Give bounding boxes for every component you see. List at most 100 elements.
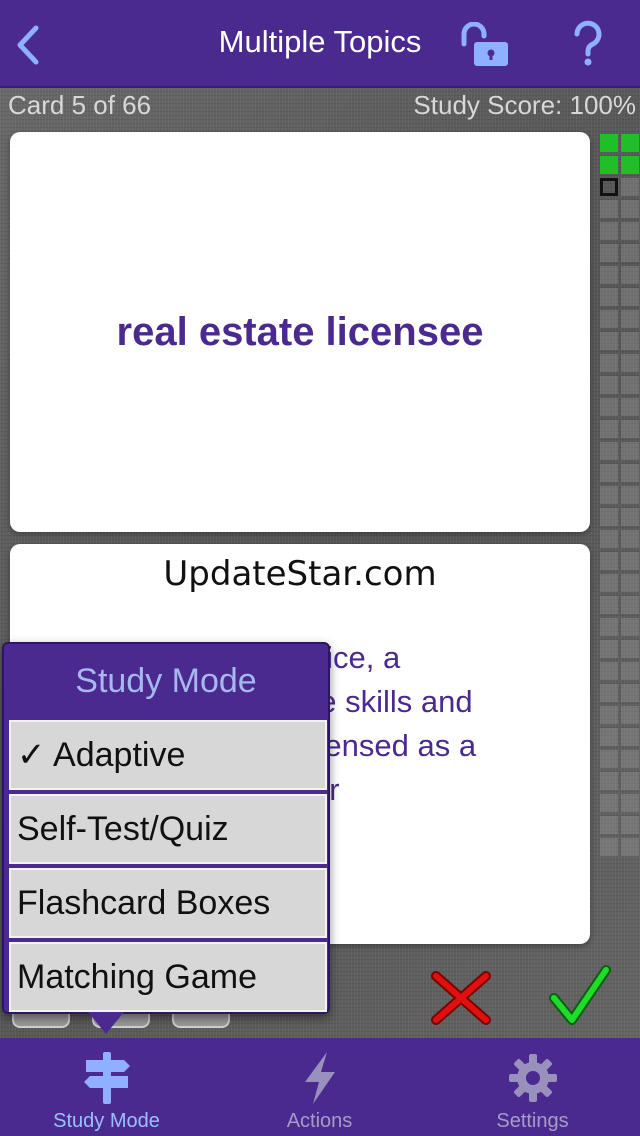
progress-cell [621, 596, 639, 614]
progress-cell [621, 552, 639, 570]
flashcard-front[interactable]: real estate licensee [10, 132, 590, 532]
progress-cell [621, 508, 639, 526]
tab-bar: Study Mode Actions Settings [0, 1038, 640, 1136]
nav-header: Multiple Topics [0, 0, 640, 88]
progress-cell [600, 838, 618, 856]
progress-cell [621, 222, 639, 240]
progress-cell [600, 728, 618, 746]
tab-label: Actions [286, 1110, 353, 1132]
card-term: real estate licensee [116, 309, 484, 354]
progress-cell [600, 332, 618, 350]
popup-title: Study Mode [75, 662, 257, 700]
progress-cell [600, 662, 618, 680]
progress-cell [621, 178, 639, 196]
progress-cell [621, 420, 639, 438]
progress-cell [621, 376, 639, 394]
progress-cell [621, 684, 639, 702]
progress-cell [600, 640, 618, 658]
progress-cell [600, 354, 618, 372]
signpost-icon [83, 1052, 130, 1104]
progress-cell [621, 442, 639, 460]
card-counter: Card 5 of 66 [8, 90, 152, 120]
progress-cell [621, 662, 639, 680]
menu-item-self-test-quiz[interactable]: Self-Test/Quiz [9, 794, 327, 864]
back-button[interactable] [10, 22, 50, 68]
progress-cell [600, 816, 618, 834]
progress-cell [600, 310, 618, 328]
progress-cell [600, 530, 618, 548]
study-score: Study Score: 100% [413, 90, 636, 120]
unlocked-padlock-icon [461, 21, 508, 66]
mark-right-button[interactable] [548, 964, 612, 1028]
progress-cell [600, 134, 618, 152]
progress-cell [600, 156, 618, 174]
progress-cell [600, 376, 618, 394]
progress-cell [600, 222, 618, 240]
progress-cell [600, 750, 618, 768]
tab-settings[interactable]: Settings [426, 1038, 639, 1136]
chevron-left-icon [17, 25, 39, 65]
progress-cell [621, 266, 639, 284]
progress-cell [621, 288, 639, 306]
progress-cell [600, 486, 618, 504]
progress-cell [600, 508, 618, 526]
progress-cell [621, 354, 639, 372]
progress-cell [600, 794, 618, 812]
progress-cell [621, 574, 639, 592]
study-mode-popup: Study Mode ✓ Adaptive Self-Test/Quiz Fla… [2, 642, 330, 1014]
help-button[interactable] [566, 18, 610, 68]
green-check-icon [549, 965, 611, 1025]
progress-cell [621, 640, 639, 658]
progress-cell [600, 442, 618, 460]
progress-cell [600, 200, 618, 218]
progress-cell [621, 772, 639, 790]
tab-label: Study Mode [53, 1110, 160, 1132]
tab-study-mode[interactable]: Study Mode [0, 1038, 213, 1136]
mark-wrong-button[interactable] [428, 968, 494, 1028]
progress-cell [621, 332, 639, 350]
progress-cell [621, 310, 639, 328]
progress-cell [621, 530, 639, 548]
progress-cell [621, 750, 639, 768]
lightning-icon [304, 1052, 335, 1104]
page-title: Multiple Topics [218, 24, 422, 59]
progress-cell [621, 244, 639, 262]
progress-cell [600, 398, 618, 416]
progress-cell [621, 706, 639, 724]
progress-grid [600, 134, 640, 1014]
progress-cell [600, 244, 618, 262]
progress-cell [600, 178, 618, 196]
unlock-button[interactable] [456, 21, 512, 68]
menu-item-matching-game[interactable]: Matching Game [9, 942, 327, 1012]
progress-cell [621, 794, 639, 812]
gear-icon [508, 1054, 557, 1102]
progress-cell [600, 772, 618, 790]
tab-actions[interactable]: Actions [213, 1038, 426, 1136]
menu-item-adaptive[interactable]: ✓ Adaptive [9, 720, 327, 790]
progress-cell [600, 552, 618, 570]
progress-cell [600, 684, 618, 702]
progress-cell [621, 816, 639, 834]
progress-cell [600, 596, 618, 614]
progress-cell [600, 618, 618, 636]
progress-cell [600, 420, 618, 438]
progress-cell [621, 464, 639, 482]
progress-cell [621, 200, 639, 218]
progress-cell [600, 288, 618, 306]
progress-cell [621, 838, 639, 856]
progress-cell [621, 728, 639, 746]
tab-label: Settings [496, 1110, 569, 1132]
progress-cell [621, 486, 639, 504]
menu-item-flashcard-boxes[interactable]: Flashcard Boxes [9, 868, 327, 938]
progress-cell [621, 618, 639, 636]
progress-cell [600, 706, 618, 724]
red-x-icon [431, 971, 491, 1025]
question-mark-icon [574, 20, 602, 66]
popup-pointer [88, 1012, 124, 1034]
progress-cell [600, 266, 618, 284]
progress-cell [621, 156, 639, 174]
watermark-text: UpdateStar.com [163, 554, 437, 594]
progress-cell [600, 574, 618, 592]
progress-cell [621, 134, 639, 152]
progress-cell [600, 464, 618, 482]
